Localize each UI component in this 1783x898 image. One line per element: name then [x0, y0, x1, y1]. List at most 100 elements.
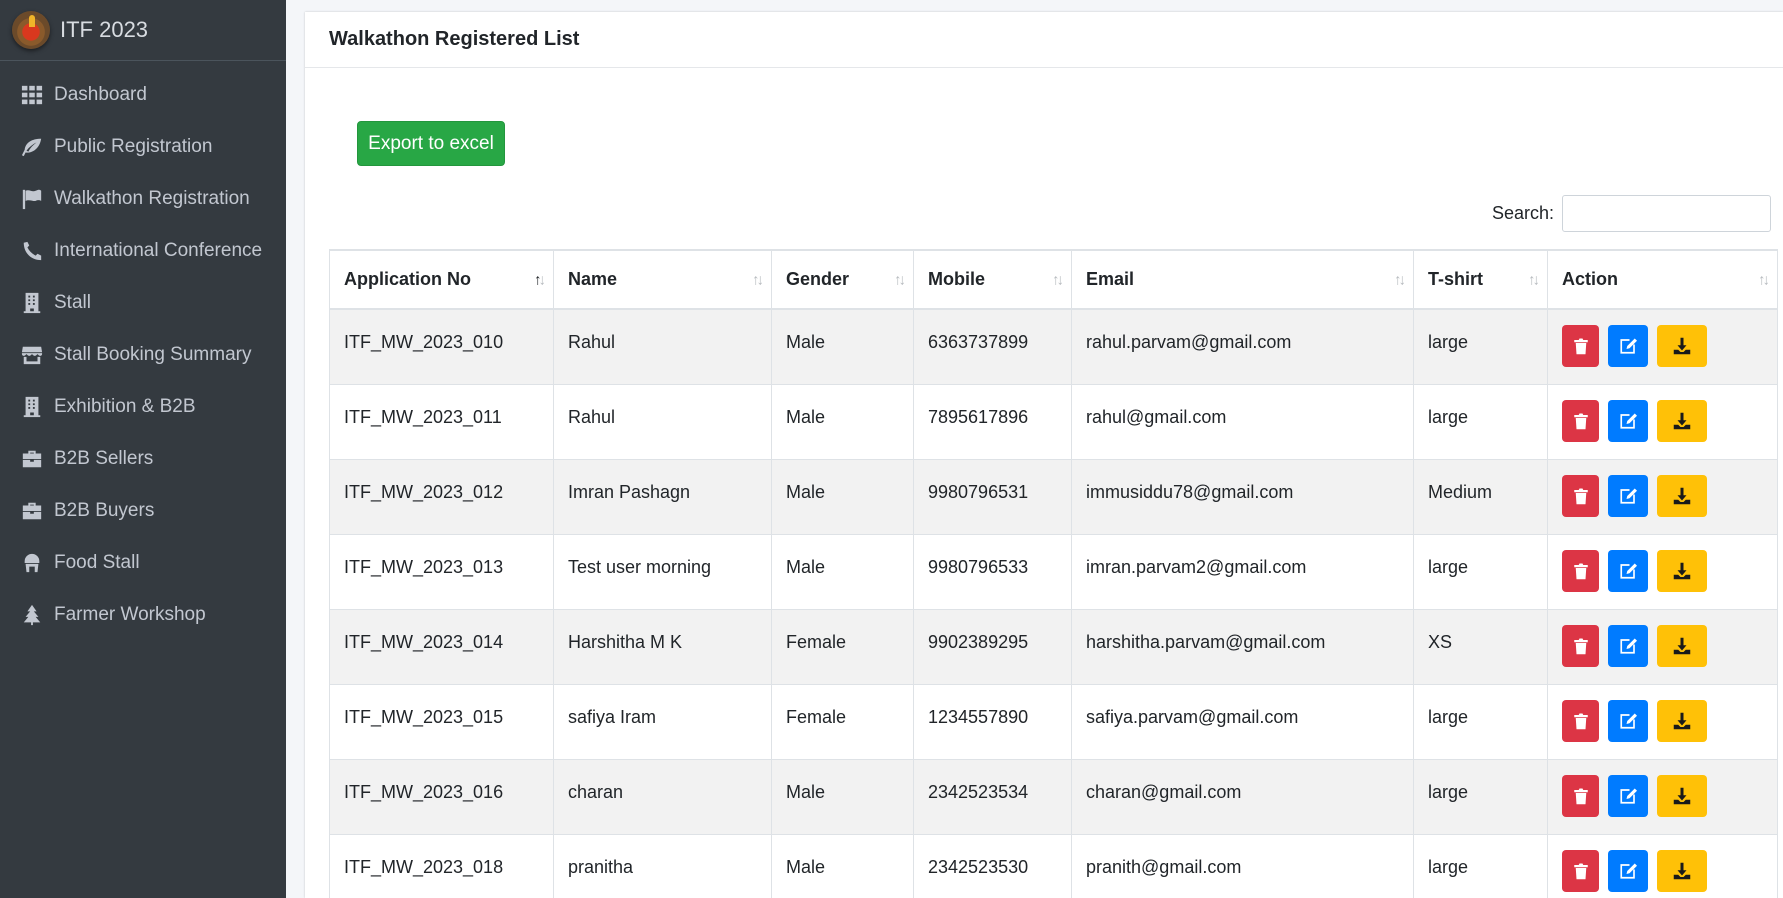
- column-header-email[interactable]: Email ↑↓: [1071, 249, 1414, 310]
- trash-icon: [1572, 787, 1590, 805]
- briefcase-icon: [20, 499, 44, 523]
- trash-icon: [1572, 562, 1590, 580]
- sort-icon[interactable]: ↑↓: [752, 271, 764, 288]
- export-excel-button[interactable]: Export to excel: [357, 121, 505, 166]
- sidebar-item-label: Farmer Workshop: [54, 604, 206, 625]
- registrations-table: Application No ↑↓ Name ↑↓ Gender ↑↓ Mobile ↑↓ Em…: [329, 249, 1778, 898]
- sidebar-item-farmer-workshop[interactable]: Farmer Workshop: [0, 589, 286, 641]
- phone-icon: [20, 239, 44, 263]
- download-button[interactable]: [1657, 325, 1707, 367]
- download-icon: [1673, 412, 1691, 430]
- delete-button[interactable]: [1562, 774, 1599, 817]
- sort-icon[interactable]: ↑↓: [894, 271, 906, 288]
- delete-button[interactable]: [1562, 549, 1599, 592]
- sidebar-item-food-stall[interactable]: Food Stall: [0, 537, 286, 589]
- edit-button[interactable]: [1608, 399, 1648, 442]
- application-no-cell: ITF_MW_2023_012: [329, 458, 554, 535]
- sidebar-item-dashboard[interactable]: Dashboard: [0, 69, 286, 121]
- edit-button[interactable]: [1608, 624, 1648, 667]
- sidebar-item-stall-booking-summary[interactable]: Stall Booking Summary: [0, 329, 286, 381]
- sidebar: ITF 2023 Dashboard Public Registration Wal…: [0, 0, 286, 898]
- table-row: ITF_MW_2023_016 charan Male 2342523534 chara…: [329, 758, 1778, 835]
- edit-button[interactable]: [1608, 325, 1648, 367]
- delete-button[interactable]: [1562, 325, 1599, 367]
- sidebar-item-international-conference[interactable]: International Conference: [0, 225, 286, 277]
- card-header: Walkathon Registered List: [305, 12, 1783, 68]
- table-row: ITF_MW_2023_013 Test user morning Male 9980…: [329, 533, 1778, 610]
- column-header-name[interactable]: Name ↑↓: [553, 249, 772, 310]
- mobile-cell: 2342523534: [913, 758, 1072, 835]
- search-label: Search:: [1491, 203, 1554, 223]
- sidebar-item-exhibition-b2b[interactable]: Exhibition & B2B: [0, 381, 286, 433]
- sidebar-item-b2b-buyers[interactable]: B2B Buyers: [0, 485, 286, 537]
- application-no-cell: ITF_MW_2023_016: [329, 758, 554, 835]
- search-input[interactable]: [1562, 195, 1771, 232]
- edit-icon: [1619, 862, 1637, 880]
- name-cell: Harshitha M K: [553, 608, 772, 685]
- tshirt-cell: Medium: [1413, 458, 1548, 535]
- edit-button[interactable]: [1608, 849, 1648, 892]
- download-icon: [1673, 487, 1691, 505]
- mobile-cell: 9980796531: [913, 458, 1072, 535]
- delete-button[interactable]: [1562, 849, 1599, 892]
- delete-button[interactable]: [1562, 474, 1599, 517]
- sort-icon[interactable]: ↑↓: [1528, 271, 1540, 288]
- download-button[interactable]: [1657, 699, 1707, 742]
- briefcase-icon: [20, 447, 44, 471]
- column-header-action[interactable]: Action ↑↓: [1547, 249, 1778, 310]
- edit-button[interactable]: [1608, 549, 1648, 592]
- action-cell: [1547, 833, 1778, 898]
- brand[interactable]: ITF 2023: [0, 0, 286, 61]
- column-header-application-no[interactable]: Application No ↑↓: [329, 249, 554, 310]
- column-header-gender[interactable]: Gender ↑↓: [771, 249, 914, 310]
- application-no-cell: ITF_MW_2023_013: [329, 533, 554, 610]
- sort-icon[interactable]: ↑↓: [1394, 271, 1406, 288]
- sidebar-item-label: Dashboard: [54, 84, 147, 105]
- sidebar-item-b2b-sellers[interactable]: B2B Sellers: [0, 433, 286, 485]
- delete-button[interactable]: [1562, 399, 1599, 442]
- download-button[interactable]: [1657, 624, 1707, 667]
- delete-button[interactable]: [1562, 699, 1599, 742]
- download-button[interactable]: [1657, 849, 1707, 892]
- column-header-t-shirt[interactable]: T-shirt ↑↓: [1413, 249, 1548, 310]
- edit-button[interactable]: [1608, 474, 1648, 517]
- gender-cell: Female: [771, 683, 914, 760]
- table-row: ITF_MW_2023_011 Rahul Male 7895617896 rahul@…: [329, 383, 1778, 460]
- download-button[interactable]: [1657, 774, 1707, 817]
- download-button[interactable]: [1657, 399, 1707, 442]
- tshirt-cell: XS: [1413, 608, 1548, 685]
- delete-button[interactable]: [1562, 624, 1599, 667]
- sort-icon[interactable]: ↑↓: [534, 271, 546, 288]
- building-icon: [20, 291, 44, 315]
- edit-button[interactable]: [1608, 699, 1648, 742]
- action-cell: [1547, 383, 1778, 460]
- column-header-label: Gender: [786, 269, 850, 289]
- column-header-mobile[interactable]: Mobile ↑↓: [913, 249, 1072, 310]
- trash-icon: [1572, 487, 1590, 505]
- mobile-cell: 1234557890: [913, 683, 1072, 760]
- email-cell: imran.parvam2@gmail.com: [1071, 533, 1414, 610]
- download-button[interactable]: [1657, 549, 1707, 592]
- mobile-cell: 9980796533: [913, 533, 1072, 610]
- sidebar-item-label: International Conference: [54, 240, 263, 261]
- gender-cell: Male: [771, 833, 914, 898]
- sidebar-item-label: B2B Buyers: [54, 500, 155, 521]
- sort-icon[interactable]: ↑↓: [1052, 271, 1064, 288]
- sort-icon[interactable]: ↑↓: [1758, 271, 1770, 288]
- sidebar-item-public-registration[interactable]: Public Registration: [0, 121, 286, 173]
- trash-icon: [1572, 862, 1590, 880]
- column-header-label: Name: [568, 269, 618, 289]
- application-no-cell: ITF_MW_2023_015: [329, 683, 554, 760]
- sidebar-item-walkathon-registration[interactable]: Walkathon Registration: [0, 173, 286, 225]
- building-icon: [20, 395, 44, 419]
- table-row: ITF_MW_2023_010 Rahul Male 6363737899 rahul.…: [329, 308, 1778, 385]
- download-button[interactable]: [1657, 474, 1707, 517]
- sidebar-item-stall[interactable]: Stall: [0, 277, 286, 329]
- gender-cell: Male: [771, 383, 914, 460]
- action-cell: [1547, 308, 1778, 385]
- tshirt-cell: large: [1413, 383, 1548, 460]
- edit-button[interactable]: [1608, 774, 1648, 817]
- column-header-label: Email: [1086, 269, 1135, 289]
- name-cell: charan: [553, 758, 772, 835]
- trash-icon: [1572, 712, 1590, 730]
